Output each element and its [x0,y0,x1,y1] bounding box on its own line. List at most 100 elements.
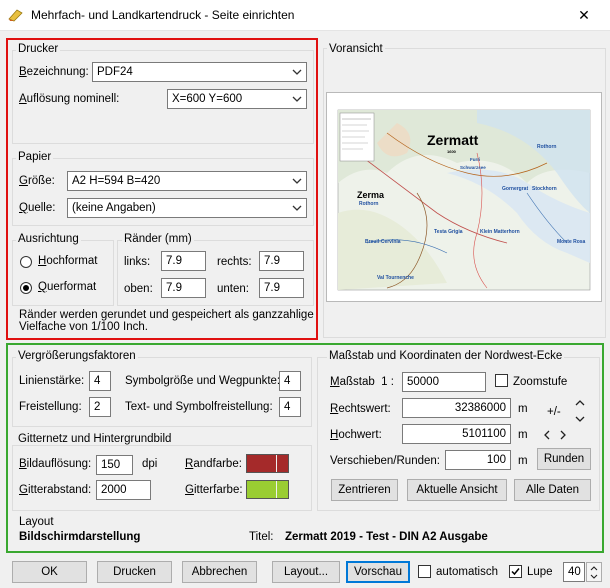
rechts-input[interactable]: 7.9 [259,251,304,271]
arrow-up-icon[interactable] [574,398,586,408]
hochwert-unit: m [518,429,528,441]
vergroesserung-group-title: Vergrößerungsfaktoren [16,350,138,362]
linienstaerke-label: Linienstärke: [19,375,85,387]
bildaufloesung-input[interactable]: 150 [96,455,133,475]
gitterabstand-input[interactable]: 2000 [96,480,151,500]
lupe-spinner[interactable] [586,562,602,582]
map-preview: Zermatt 1600 Zerma Rothorn Rothorn Gorne… [327,93,601,301]
rechtswert-label: Rechtswert: [330,403,391,415]
randfarbe-swatch[interactable] [246,454,289,473]
aufloesung-label: Auflösung nominell: [19,93,120,105]
linienstaerke-input[interactable]: 4 [89,371,111,391]
close-icon[interactable]: ✕ [568,4,600,26]
vergroesserung-group [12,357,312,427]
map-place: Gornergrat [502,186,528,192]
layout-group-title: Layout [19,516,54,528]
unten-label: unten: [217,283,249,295]
unten-input[interactable]: 7.9 [259,278,304,298]
massstab-input[interactable]: 50000 [402,372,486,392]
map-side-label: Zerma [357,190,385,200]
vorschau-button[interactable]: Vorschau [346,561,410,583]
querformat-radio[interactable] [20,282,32,294]
groesse-value: A2 H=594 B=420 [72,175,161,187]
gitterfarbe-color [247,481,276,498]
symbolgroesse-label: Symbolgröße und Wegpunkte: [125,375,281,387]
gitterfarbe-swatch[interactable] [246,480,289,499]
zentrieren-button[interactable]: Zentrieren [331,479,398,501]
randfarbe-label: Randfarbe: [185,458,242,470]
layout-mode-value: Bildschirmdarstellung [19,531,141,543]
symbolgroesse-input[interactable]: 4 [279,371,301,391]
raender-note-line2: Vielfache von 1/100 Inch. [19,321,148,333]
quelle-select[interactable]: (keine Angaben) [67,198,307,218]
map-place: Monte Rosa [557,239,586,245]
automatisch-checkbox[interactable] [418,565,431,578]
gitterfarbe-color-end [277,481,288,498]
bildaufloesung-label: Bildauflösung: [19,458,92,470]
groesse-select[interactable]: A2 H=594 B=420 [67,171,307,191]
gitterabstand-label: Gitterabstand: [19,484,92,496]
map-place: Stockhorn [532,186,557,192]
zoomstufe-checkbox[interactable] [495,374,508,387]
zoomstufe-label[interactable]: Zoomstufe [513,376,567,388]
quelle-label: Quelle: [19,202,56,214]
bezeichnung-value: PDF24 [97,66,133,78]
abbrechen-button[interactable]: Abbrechen [182,561,257,583]
aufloesung-select[interactable]: X=600 Y=600 [167,89,307,109]
querformat-label[interactable]: Querformat [38,281,96,293]
radio-selected-dot [23,285,29,291]
chevron-down-icon [292,69,302,75]
textsymbol-label: Text- und Symbolfreistellung: [125,401,273,413]
lupe-label[interactable]: Lupe [527,566,553,578]
map-place: Rothorn [359,201,378,207]
hochformat-label[interactable]: Hochformat [38,255,97,267]
verschieben-label: Verschieben/Runden: [330,455,440,467]
map-place: Testa Grigia [434,229,463,235]
arrow-right-icon[interactable] [558,429,568,441]
gitterfarbe-label: Gitterfarbe: [185,484,243,496]
chevron-down-icon [292,205,302,211]
title-bar: Mehrfach- und Landkartendruck - Seite ei… [0,0,610,31]
randfarbe-color-end [277,455,288,472]
map-title: Zermatt [427,132,479,148]
titel-value: Zermatt 2019 - Test - DIN A2 Ausgabe [285,531,488,543]
links-label: links: [124,256,151,268]
alle-daten-button[interactable]: Alle Daten [514,479,591,501]
spin-up-icon[interactable] [589,564,599,572]
rechts-label: rechts: [217,256,252,268]
arrow-down-icon[interactable] [574,414,586,424]
bezeichnung-select[interactable]: PDF24 [92,62,307,82]
map-place: Breuil-Cervinia [365,239,401,245]
spin-down-icon[interactable] [589,573,599,581]
quelle-value: (keine Angaben) [72,202,156,214]
bezeichnung-label: Bezeichnung: [19,66,89,78]
map-place: Val Tournenche [377,275,414,281]
links-input[interactable]: 7.9 [161,251,206,271]
verschieben-input[interactable]: 100 [445,450,511,470]
layout-button[interactable]: Layout... [272,561,340,583]
hochwert-input[interactable]: 5101100 [402,424,511,444]
massstab-group-title: Maßstab und Koordinaten der Nordwest-Eck… [327,350,565,362]
rechtswert-input[interactable]: 32386000 [402,398,511,418]
map-subtitle: 1600 [447,149,457,154]
oben-label: oben: [124,283,153,295]
aktuelle-ansicht-button[interactable]: Aktuelle Ansicht [407,479,507,501]
textsymbol-input[interactable]: 4 [279,397,301,417]
lupe-value-input[interactable]: 40 [563,562,585,582]
hochformat-radio[interactable] [20,256,32,268]
groesse-label: Größe: [19,175,55,187]
chevron-down-icon [292,178,302,184]
map-place: Schwarzsee [460,165,486,170]
oben-input[interactable]: 7.9 [161,278,206,298]
automatisch-label[interactable]: automatisch [436,566,498,578]
runden-button[interactable]: Runden [537,448,591,470]
lupe-checkbox[interactable] [509,565,522,578]
freistellung-input[interactable]: 2 [89,397,111,417]
freistellung-label: Freistellung: [19,401,82,413]
drucken-button[interactable]: Drucken [97,561,172,583]
ok-button[interactable]: OK [12,561,87,583]
preview-area: Zermatt 1600 Zerma Rothorn Rothorn Gorne… [326,92,602,302]
arrow-left-icon[interactable] [542,429,552,441]
verschieben-unit: m [518,455,528,467]
window-title: Mehrfach- und Landkartendruck - Seite ei… [31,8,295,22]
